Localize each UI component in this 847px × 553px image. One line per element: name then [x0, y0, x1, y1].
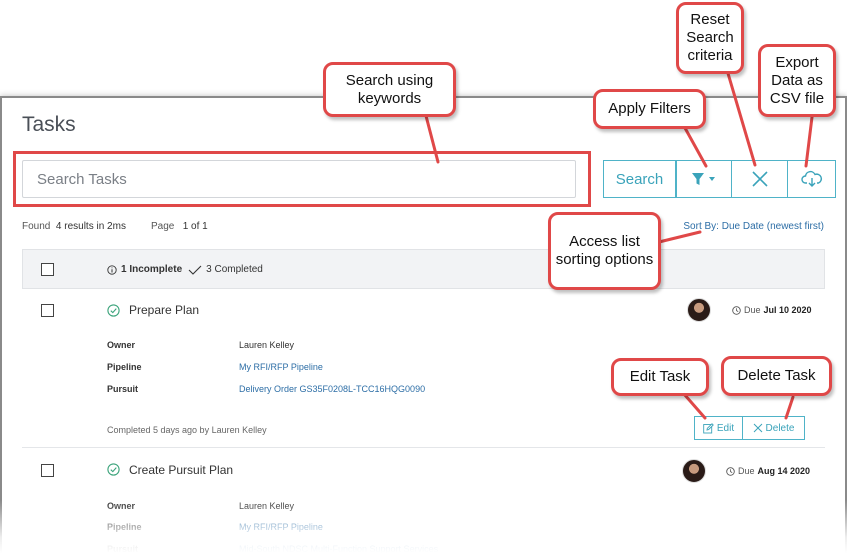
due-label: Due	[744, 305, 761, 315]
search-actions-group	[676, 160, 836, 198]
results-found: Found 4 results in 2ms	[22, 221, 126, 232]
checkmark-icon	[188, 265, 202, 275]
results-page: Page 1 of 1	[151, 221, 208, 232]
owner-value: Lauren Kelley	[239, 501, 295, 511]
task-checkbox[interactable]	[41, 464, 54, 477]
filter-button[interactable]	[676, 160, 732, 198]
found-label: Found	[22, 221, 51, 232]
close-x-icon	[751, 171, 768, 187]
page-title: Tasks	[22, 113, 76, 136]
cloud-download-icon	[800, 170, 822, 187]
found-value: 4 results in 2ms	[55, 221, 126, 232]
due-date: Due Aug 14 2020	[726, 466, 810, 476]
search-button[interactable]: Search	[603, 160, 676, 198]
pipeline-label: Pipeline	[107, 362, 142, 372]
avatar	[682, 459, 706, 483]
pipeline-label: Pipeline	[107, 522, 142, 532]
completed-check-icon	[107, 304, 120, 317]
reset-button[interactable]	[732, 160, 788, 198]
pursuit-label: Pursuit	[107, 544, 139, 553]
incomplete-count[interactable]: 1 Incomplete	[121, 264, 182, 275]
pursuit-label: Pursuit	[107, 384, 139, 394]
search-input[interactable]	[22, 160, 576, 198]
pursuit-link[interactable]: Delivery Order GS35F0208L-TCC16HQG0090	[239, 384, 425, 394]
sort-by-link[interactable]: Sort By: Due Date (newest first)	[683, 221, 824, 232]
completed-note: Completed 5 days ago by Lauren Kelley	[107, 425, 267, 435]
edit-pencil-icon	[703, 422, 714, 433]
clock-icon	[732, 305, 741, 315]
avatar	[687, 298, 711, 322]
task-title[interactable]: Prepare Plan	[129, 303, 199, 317]
callout-apply-filters: Apply Filters	[593, 89, 706, 129]
pursuit-link[interactable]: Mid-South NDSC Multi-Function Support Se…	[239, 544, 438, 553]
edit-task-button[interactable]: Edit	[694, 416, 743, 440]
pipeline-link[interactable]: My RFI/RFP Pipeline	[239, 362, 323, 372]
delete-label: Delete	[765, 422, 795, 434]
due-label: Due	[738, 466, 755, 476]
page-value: 1 of 1	[182, 221, 208, 232]
owner-label: Owner	[107, 501, 136, 511]
due-value: Aug 14 2020	[757, 466, 811, 476]
select-all-checkbox[interactable]	[41, 263, 54, 276]
task-checkbox[interactable]	[41, 304, 54, 317]
callout-search-keywords: Search using keywords	[323, 62, 456, 117]
clock-icon	[726, 466, 735, 476]
filter-funnel-icon	[692, 173, 715, 185]
task-title[interactable]: Create Pursuit Plan	[129, 463, 233, 477]
close-x-icon	[753, 423, 762, 433]
callout-reset-search: Reset Search criteria	[676, 2, 744, 74]
pipeline-link[interactable]: My RFI/RFP Pipeline	[239, 522, 323, 532]
owner-label: Owner	[107, 340, 136, 350]
edit-label: Edit	[716, 422, 735, 434]
due-value: Jul 10 2020	[763, 305, 812, 315]
callout-sorting: Access list sorting options	[548, 212, 661, 290]
delete-task-button[interactable]: Delete	[743, 416, 805, 440]
due-date: Due Jul 10 2020	[732, 305, 812, 315]
callout-export-csv: Export Data as CSV file	[758, 44, 836, 117]
page-label: Page	[151, 221, 175, 232]
export-csv-button[interactable]	[788, 160, 836, 198]
completed-count[interactable]: 3 Completed	[206, 264, 263, 275]
callout-delete-task: Delete Task	[721, 356, 832, 396]
info-circle-icon	[107, 264, 117, 275]
callout-edit-task: Edit Task	[611, 358, 709, 396]
task-status-summary: 1 Incomplete 3 Completed	[107, 264, 263, 275]
owner-value: Lauren Kelley	[239, 340, 295, 350]
completed-check-icon	[107, 463, 120, 476]
